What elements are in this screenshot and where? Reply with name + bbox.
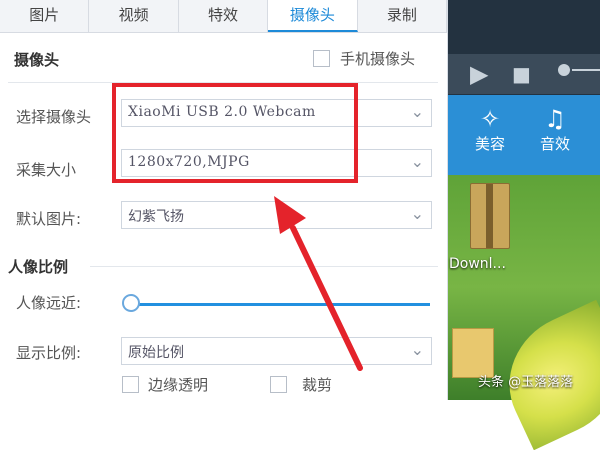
annotation-arrow (274, 196, 363, 371)
